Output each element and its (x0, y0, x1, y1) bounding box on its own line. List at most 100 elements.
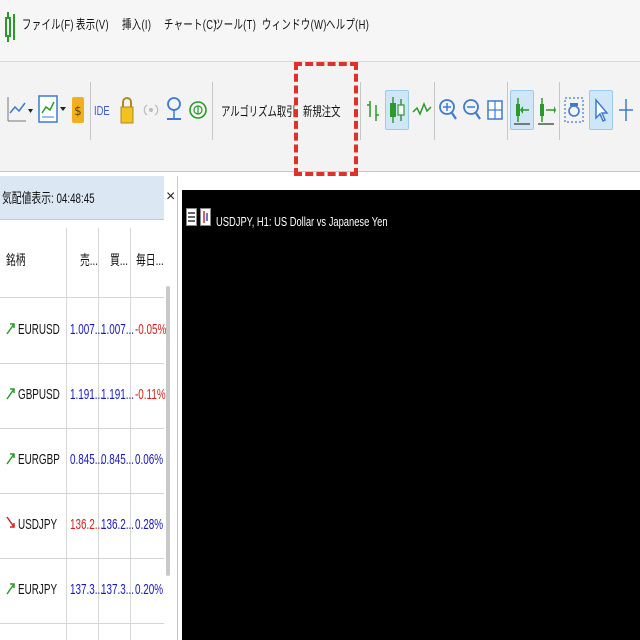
table-row[interactable]: EURUSD 1.007... 1.007... -0.05% (0, 299, 167, 364)
toolbar-separator (360, 82, 361, 140)
symbol-name: EURUSD (18, 321, 60, 338)
table-row[interactable]: GBPUSD 1.191... 1.191... -0.11% (0, 364, 166, 429)
bar-chart-button[interactable] (364, 90, 382, 130)
screenshot-icon (564, 97, 584, 123)
bid-price: 137.3... (70, 581, 104, 598)
grid-button[interactable] (485, 90, 505, 130)
bid-price: 1.191... (70, 386, 104, 403)
zoom-out-button[interactable] (462, 90, 482, 130)
symbol-name: EURGBP (18, 451, 60, 468)
bar-chart-icon (367, 101, 379, 121)
zoom-out-icon (463, 99, 481, 120)
person-icon (167, 97, 181, 120)
ask-price: 1.191... (101, 386, 135, 403)
menu-chart[interactable]: チャート(C) (164, 14, 217, 33)
market-watch-title-bar: 気配値表示: 04:48:45 (0, 176, 164, 220)
autoscroll-icon (514, 98, 530, 125)
lock-button[interactable] (118, 90, 136, 130)
column-header-symbol[interactable]: 銘柄 (6, 250, 26, 270)
chart-window[interactable]: USDJPY, H1: US Dollar vs Japanese Yen (182, 190, 640, 640)
ide-button[interactable]: IDE (94, 90, 114, 130)
menu-file[interactable]: ファイル(F) (22, 14, 74, 33)
chart-type-icon[interactable] (200, 208, 211, 226)
line-chart-icon (7, 97, 33, 122)
ask-price: 137.3... (101, 581, 135, 598)
menu-view[interactable]: 表示(V) (76, 14, 109, 33)
crosshair-button[interactable] (616, 90, 636, 130)
table-row[interactable]: USDJPY 136.2... 136.2... 0.28% (0, 494, 164, 559)
market-watch-header: 銘柄 売... 買... 毎日... (0, 228, 164, 298)
menu-bar: ファイル(F) 表示(V) 挿入(I) チャート(C) ツール(T) ウィンドウ… (0, 0, 640, 62)
chart-shift-icon (538, 98, 556, 125)
daily-change: 0.20% (135, 581, 164, 598)
menu-insert[interactable]: 挿入(I) (122, 14, 151, 33)
algo-trading-label: アルゴリズム取引 (221, 103, 296, 119)
daily-change: -0.11% (135, 386, 166, 403)
menu-help[interactable]: ヘルプ(H) (326, 14, 369, 33)
arrow-up-icon (6, 323, 15, 335)
toolbar-separator (212, 82, 213, 140)
screenshot-button[interactable] (563, 90, 585, 130)
autoscroll-button[interactable] (510, 90, 534, 130)
ide-label: IDE (94, 102, 110, 118)
cursor-button[interactable] (589, 90, 613, 130)
new-order-highlight (294, 62, 358, 176)
account-button[interactable] (164, 90, 184, 130)
toolbar: $ IDE アルゴリズム取引 新規注文 (0, 62, 640, 176)
toolbar-separator (90, 82, 91, 140)
bid-price: 136.2... (70, 516, 104, 533)
candle-chart-button[interactable] (385, 90, 409, 130)
daily-change: 0.06% (135, 451, 164, 468)
signal-icon (143, 104, 159, 116)
indicator-icon (38, 95, 66, 123)
arrow-up-icon (6, 453, 15, 465)
daily-change: -0.05% (135, 321, 167, 338)
globe-icon (189, 101, 207, 119)
ask-price: 136.2... (101, 516, 135, 533)
arrow-up-icon (6, 583, 15, 595)
zoom-in-button[interactable] (438, 90, 458, 130)
ask-price: 0.845... (101, 451, 135, 468)
dollar-button[interactable]: $ (70, 90, 86, 130)
algo-trading-button[interactable]: アルゴリズム取引 (218, 90, 296, 130)
app-logo-icon (5, 12, 15, 42)
table-row[interactable]: EURGBP 0.845... 0.845... 0.06% (0, 429, 164, 494)
svg-text:$: $ (74, 104, 82, 118)
indicator-button[interactable] (36, 90, 68, 130)
market-watch-scrollbar[interactable] (166, 286, 170, 576)
chart-title: USDJPY, H1: US Dollar vs Japanese Yen (216, 214, 388, 229)
crosshair-icon (619, 99, 633, 121)
line-wave-icon (412, 102, 432, 116)
column-header-ask[interactable]: 買... (110, 250, 128, 270)
signal-button[interactable] (142, 90, 160, 130)
ask-price: 1.007... (101, 321, 135, 338)
cursor-icon (595, 97, 609, 123)
menu-window[interactable]: ウィンドウ(W) (262, 14, 327, 33)
daily-change: 0.28% (135, 516, 164, 533)
line-wave-button[interactable] (412, 90, 432, 130)
community-button[interactable] (188, 90, 208, 130)
arrow-up-icon (6, 388, 15, 400)
zoom-in-icon (439, 99, 457, 120)
line-chart-button[interactable] (6, 90, 34, 130)
dollar-icon: $ (72, 97, 84, 123)
candle-chart-icon (390, 97, 405, 123)
lock-icon (120, 97, 134, 124)
grid-icon (487, 100, 503, 120)
table-row[interactable]: EURJPY 137.3... 137.3... 0.20% (0, 559, 164, 624)
toolbar-separator (434, 82, 435, 140)
column-header-daily-change[interactable]: 毎日... (136, 250, 164, 270)
symbol-name: USDJPY (18, 516, 58, 533)
chart-header-icons (186, 208, 211, 226)
toolbar-separator (507, 82, 508, 140)
chart-shift-button[interactable] (536, 90, 556, 130)
symbol-name: EURJPY (18, 581, 58, 598)
close-icon[interactable]: × (166, 188, 175, 206)
column-header-bid[interactable]: 売... (80, 250, 98, 270)
chart-menu-icon[interactable] (186, 208, 197, 226)
arrow-down-icon (6, 516, 15, 528)
menu-tools[interactable]: ツール(T) (214, 14, 256, 33)
bid-price: 0.845... (70, 451, 104, 468)
toolbar-separator (559, 82, 560, 140)
bid-price: 1.007... (70, 321, 104, 338)
